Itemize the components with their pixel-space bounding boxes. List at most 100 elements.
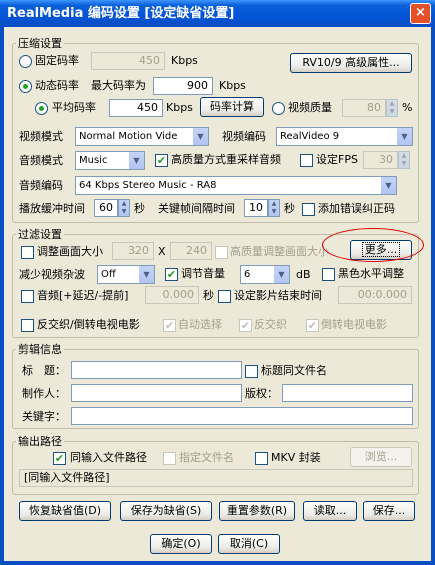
volume-checkbox[interactable]: ✔ (165, 268, 178, 281)
keywords-input[interactable] (71, 407, 413, 425)
output-legend: 输出路径 (16, 435, 64, 448)
dynamic-bitrate-radio[interactable] (19, 80, 32, 93)
load-button[interactable]: 读取... (303, 501, 357, 521)
reset-button[interactable]: 重置参数(R) (219, 501, 295, 521)
window-frame-bottom (0, 561, 435, 565)
audio-offset-checkbox[interactable] (21, 290, 34, 303)
keyframe-unit: 秒 (284, 202, 295, 215)
audio-mode-label: 音频模式 (19, 154, 63, 167)
denoise-select[interactable]: Off ▼ (97, 265, 155, 284)
clip-title-input[interactable] (71, 361, 242, 379)
resize-width-input[interactable]: 320 (112, 242, 154, 260)
end-time-checkbox[interactable] (218, 290, 231, 303)
specify-filename-checkbox[interactable] (163, 452, 176, 465)
dynamic-bitrate-label: 动态码率 (35, 79, 79, 92)
telecine-label: 倒转电视电影 (321, 318, 387, 331)
keyframe-label: 关键帧间隔时间 (158, 202, 235, 215)
resize-height-input[interactable]: 240 (170, 242, 212, 260)
audio-offset-unit: 秒 (203, 289, 214, 302)
compress-legend: 压缩设置 (16, 37, 64, 50)
fixed-bitrate-input[interactable]: 450 (91, 52, 165, 70)
clip-title-label: 标 题： (22, 364, 66, 377)
chevron-down-icon: ▼ (128, 152, 144, 169)
volume-select[interactable]: 6 ▼ (240, 265, 290, 284)
end-time-label: 设定影片结束时间 (234, 289, 322, 302)
keyframe-spinner[interactable]: ▲ ▼ (268, 199, 280, 217)
fps-input[interactable]: 30 (363, 151, 398, 169)
same-path-checkbox[interactable]: ✔ (53, 452, 66, 465)
denoise-label: 减少视频杂波 (19, 268, 85, 281)
volume-label: 调节音量 (181, 267, 225, 280)
chevron-down-icon: ▼ (192, 128, 208, 145)
avg-bitrate-radio[interactable] (35, 102, 48, 115)
cancel-button[interactable]: 取消(C) (218, 534, 280, 554)
video-quality-input[interactable]: 80 (342, 99, 386, 117)
close-icon[interactable]: × (410, 3, 431, 24)
interlace-checkbox[interactable]: ✔ (239, 319, 252, 332)
video-codec-select[interactable]: RealVideo 9 ▼ (276, 127, 413, 146)
deinterlace-checkbox[interactable] (21, 319, 34, 332)
video-quality-spinner[interactable]: ▲ ▼ (386, 99, 398, 117)
fixed-bitrate-label: 固定码率 (35, 54, 79, 67)
highlight-ellipse (322, 228, 424, 262)
fps-spinner[interactable]: ▲ ▼ (398, 151, 410, 169)
audio-offset-input[interactable]: 0.000 (145, 286, 199, 304)
audio-mode-select[interactable]: Music ▼ (75, 151, 145, 170)
window-title-bar[interactable]: RealMedia 编码设置 [设定缺省设置] (0, 0, 435, 27)
resize-checkbox[interactable] (21, 246, 34, 259)
specify-filename-label: 指定文件名 (179, 451, 234, 464)
deinterlace-label: 反交织/倒转电视电影 (37, 318, 140, 331)
same-name-checkbox[interactable] (245, 365, 258, 378)
browse-button[interactable]: 浏览... (350, 447, 412, 467)
copyright-input[interactable] (282, 384, 413, 402)
max-bitrate-unit: Kbps (219, 79, 246, 92)
author-input[interactable] (71, 384, 242, 402)
fixed-bitrate-radio[interactable] (19, 55, 32, 68)
end-time-input[interactable]: 00:0.000 (338, 286, 412, 304)
keywords-label: 关键字： (22, 410, 66, 423)
video-codec-label: 视频编码 (222, 130, 266, 143)
save-default-button[interactable]: 保存为缺省(S) (120, 501, 212, 521)
resize-x-label: X (158, 245, 166, 258)
buffer-time-label: 播放缓冲时间 (19, 202, 85, 215)
mkv-label: MKV 封装 (271, 451, 321, 464)
chevron-down-icon: ▼ (138, 266, 154, 283)
audio-codec-select[interactable]: 64 Kbps Stereo Music - RA8 ▼ (75, 176, 397, 195)
black-level-checkbox[interactable] (322, 268, 335, 281)
same-path-label: 同输入文件路径 (70, 451, 147, 464)
telecine-checkbox[interactable]: ✔ (306, 319, 319, 332)
error-correction-checkbox[interactable] (302, 203, 315, 216)
max-bitrate-label: 最大码率为 (91, 79, 146, 92)
video-mode-label: 视频模式 (19, 130, 63, 143)
keyframe-input[interactable]: 10 (244, 199, 268, 217)
avg-bitrate-label: 平均码率 (52, 101, 96, 114)
save-button[interactable]: 保存... (363, 501, 415, 521)
audio-offset-label: 音频[+延迟/-提前] (37, 289, 129, 302)
video-quality-radio[interactable] (272, 102, 285, 115)
restore-default-button[interactable]: 恢复缺省值(D) (19, 501, 111, 521)
buffer-time-input[interactable]: 60 (94, 199, 118, 217)
set-fps-label: 设定FPS (316, 153, 358, 166)
video-quality-label: 视频质量 (288, 101, 332, 114)
fixed-bitrate-unit: Kbps (171, 54, 198, 67)
audio-codec-label: 音频编码 (19, 179, 63, 192)
output-path-field: [同输入文件路径] (19, 469, 413, 487)
chevron-down-icon: ▼ (396, 128, 412, 145)
bitrate-calc-button[interactable]: 码率计算 (200, 97, 264, 117)
author-label: 制作人： (22, 387, 66, 400)
hq-resize-checkbox[interactable] (215, 246, 228, 259)
set-fps-checkbox[interactable] (300, 154, 313, 167)
rv-advanced-button[interactable]: RV10/9 高级属性... (290, 53, 412, 73)
error-correction-label: 添加错误纠正码 (318, 202, 395, 215)
buffer-time-spinner[interactable]: ▲ ▼ (118, 199, 130, 217)
max-bitrate-input[interactable]: 900 (153, 77, 213, 95)
ok-button[interactable]: 确定(O) (150, 534, 212, 554)
auto-select-checkbox[interactable]: ✔ (163, 319, 176, 332)
clip-info-legend: 剪辑信息 (16, 343, 64, 356)
filter-legend: 过滤设置 (16, 228, 64, 241)
hq-resample-checkbox[interactable]: ✔ (155, 154, 168, 167)
mkv-checkbox[interactable] (255, 452, 268, 465)
video-mode-select[interactable]: Normal Motion Vide ▼ (75, 127, 209, 146)
avg-bitrate-unit: Kbps (166, 101, 193, 114)
avg-bitrate-input[interactable]: 450 (109, 99, 163, 117)
